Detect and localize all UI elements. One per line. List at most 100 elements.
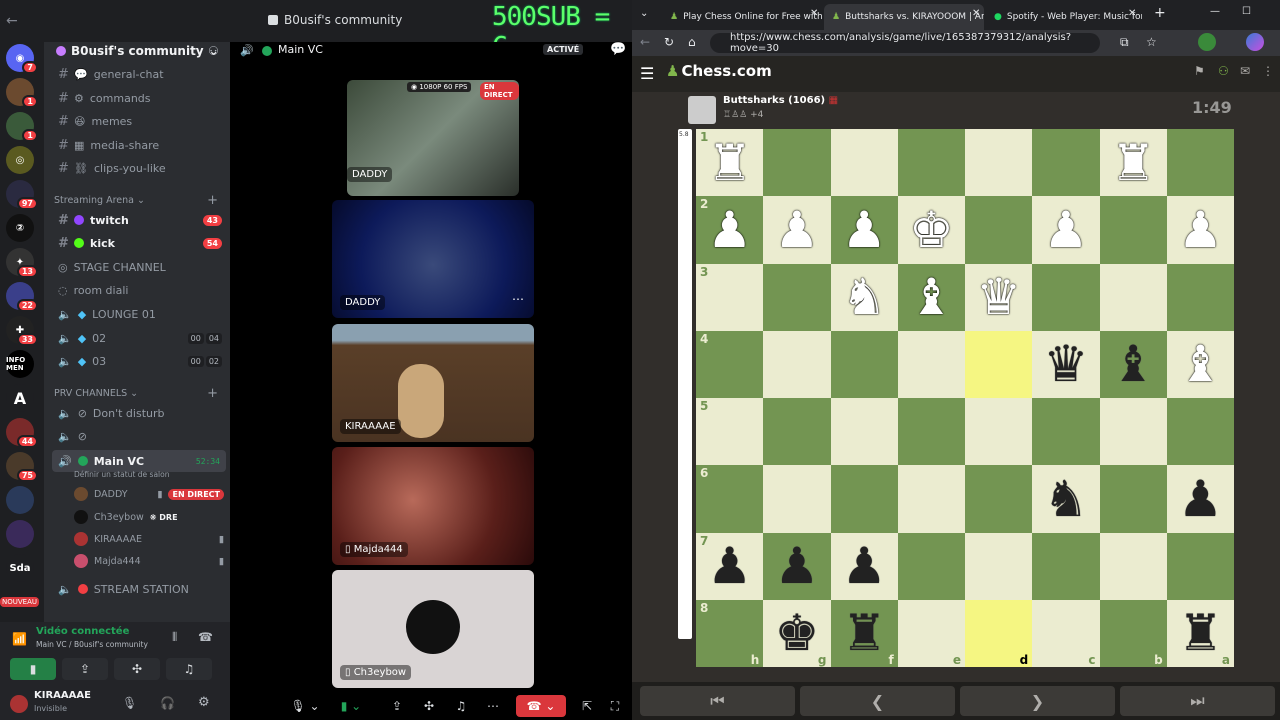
board-square[interactable] bbox=[897, 330, 965, 398]
tab-search-icon[interactable]: ⌄ bbox=[640, 8, 648, 19]
new-tab-icon[interactable]: + bbox=[1154, 5, 1166, 21]
board-square[interactable]: ♝ bbox=[1099, 330, 1167, 398]
headphones-icon[interactable]: 🎧 bbox=[160, 696, 175, 710]
server-icon-12[interactable] bbox=[6, 520, 34, 548]
board-square[interactable] bbox=[965, 465, 1033, 533]
board-square[interactable]: ♞ bbox=[1032, 465, 1100, 533]
board-square[interactable] bbox=[1099, 398, 1167, 466]
voice-channel-02[interactable]: 🔈 ◆ 02 00 04 bbox=[52, 328, 226, 348]
board-square[interactable]: ♚ bbox=[897, 196, 965, 264]
next-move-button[interactable]: ❯ bbox=[960, 686, 1115, 716]
camera-button[interactable]: ▮ bbox=[10, 658, 56, 680]
voice-channel-main-vc[interactable]: 🔊 Main VC 52:34 bbox=[52, 450, 226, 472]
puzzle-icon[interactable]: ⚑ bbox=[1194, 64, 1205, 78]
noise-suppression-icon[interactable]: ⦀ bbox=[172, 630, 177, 645]
board-square[interactable]: ♟ bbox=[1032, 196, 1100, 264]
board-square[interactable]: ♛ bbox=[965, 263, 1033, 331]
black-king-icon[interactable]: ♚ bbox=[774, 608, 819, 658]
microphone-button[interactable]: 🎙 ⌄ bbox=[284, 695, 326, 717]
board-square[interactable] bbox=[1032, 398, 1100, 466]
board-square[interactable]: e bbox=[897, 599, 965, 667]
server-icon-4[interactable]: 97 bbox=[6, 180, 38, 210]
previous-move-button[interactable]: ❮ bbox=[800, 686, 955, 716]
white-pawn-icon[interactable]: ♟ bbox=[1178, 205, 1223, 255]
channel-clips[interactable]: # ⛓ clips-you-like bbox=[52, 158, 226, 178]
board-square[interactable] bbox=[1032, 263, 1100, 331]
board-square[interactable] bbox=[830, 330, 898, 398]
server-icon-9[interactable]: 44 bbox=[6, 418, 38, 448]
white-knight-icon[interactable]: ♞ bbox=[842, 272, 887, 322]
close-tab-icon[interactable]: ✕ bbox=[810, 8, 818, 19]
black-pawn-icon[interactable]: ♟ bbox=[842, 541, 887, 591]
white-bishop-icon[interactable]: ♝ bbox=[1178, 339, 1223, 389]
black-pawn-icon[interactable]: ♟ bbox=[707, 541, 752, 591]
reload-icon[interactable]: ↻ bbox=[664, 35, 674, 49]
voice-channel-lounge[interactable]: 🔈 ◆ LOUNGE 01 bbox=[52, 304, 226, 324]
board-square[interactable] bbox=[1166, 129, 1234, 197]
black-knight-icon[interactable]: ♞ bbox=[1043, 474, 1088, 524]
board-square[interactable] bbox=[897, 465, 965, 533]
minimize-icon[interactable]: — bbox=[1210, 6, 1220, 17]
board-square[interactable] bbox=[763, 398, 831, 466]
board-square[interactable] bbox=[1166, 263, 1234, 331]
board-square[interactable]: 4 bbox=[696, 330, 764, 398]
channel-stage[interactable]: ◎ STAGE CHANNEL bbox=[52, 257, 226, 277]
server-icon-10[interactable]: 75 bbox=[6, 452, 38, 482]
board-square[interactable]: 6 bbox=[696, 465, 764, 533]
extensions-icon[interactable]: ⧉ bbox=[1120, 35, 1129, 50]
screen-share-button[interactable]: ⇪ bbox=[386, 695, 408, 717]
dm-home-icon[interactable]: ◉ 7 bbox=[6, 44, 38, 74]
messages-icon[interactable]: ✉ bbox=[1240, 64, 1250, 78]
board-square[interactable] bbox=[897, 129, 965, 197]
copilot-icon[interactable] bbox=[1246, 33, 1264, 51]
board-square[interactable]: 2 ♟ bbox=[696, 196, 764, 264]
video-tile[interactable]: ▯ Majda444 bbox=[332, 447, 534, 565]
board-square[interactable]: c bbox=[1032, 599, 1100, 667]
more-icon[interactable]: ⋮ bbox=[1262, 64, 1274, 78]
channel-general-chat[interactable]: # 💬 general-chat bbox=[52, 64, 226, 84]
server-icon-2[interactable]: 1 bbox=[6, 112, 38, 142]
server-icon-info[interactable]: INFO MEN bbox=[6, 350, 34, 378]
friends-icon[interactable]: ⚇ bbox=[1218, 64, 1229, 78]
chess-logo[interactable]: ♟ Chess.com bbox=[666, 62, 772, 80]
board-square[interactable] bbox=[1099, 532, 1167, 600]
user-avatar[interactable] bbox=[10, 695, 28, 713]
stream-tile[interactable]: ◉ 1080P 60 FPS EN DIRECT DADDY bbox=[347, 80, 519, 196]
board-square[interactable] bbox=[965, 196, 1033, 264]
soundboard-button[interactable]: ♫ bbox=[166, 658, 212, 680]
white-pawn-icon[interactable]: ♟ bbox=[1043, 205, 1088, 255]
soundboard-button[interactable]: ♫ bbox=[450, 695, 472, 717]
board-square[interactable]: 8h bbox=[696, 599, 764, 667]
voice-channel-unnamed[interactable]: 🔈 ⊘ bbox=[52, 426, 226, 446]
server-icon-5[interactable]: ② bbox=[6, 214, 34, 242]
popout-button[interactable]: ⇱ bbox=[578, 695, 596, 717]
activities-button[interactable]: ✣ bbox=[418, 695, 440, 717]
back-icon[interactable]: ← bbox=[640, 35, 650, 49]
activity-status[interactable]: ACTIVÉ bbox=[543, 44, 584, 55]
white-rook-icon[interactable]: ♜ bbox=[707, 138, 752, 188]
board-square[interactable] bbox=[1099, 263, 1167, 331]
board-square[interactable] bbox=[965, 398, 1033, 466]
voice-member[interactable]: Ch3eybow ❋ DRE bbox=[74, 508, 224, 526]
add-channel-icon[interactable]: + bbox=[207, 386, 218, 401]
profile-avatar[interactable] bbox=[1198, 33, 1216, 51]
first-move-button[interactable]: ⏮ bbox=[640, 686, 795, 716]
server-icon-a[interactable]: A bbox=[6, 384, 34, 412]
board-square[interactable] bbox=[763, 263, 831, 331]
board-square[interactable]: ♟ bbox=[763, 196, 831, 264]
channel-media-share[interactable]: # ▦ media-share bbox=[52, 135, 226, 155]
white-queen-icon[interactable]: ♛ bbox=[976, 272, 1021, 322]
signal-icon[interactable]: 📶 bbox=[12, 632, 27, 646]
activities-button[interactable]: ✣ bbox=[114, 658, 160, 680]
voice-channel-03[interactable]: 🔈 ◆ 03 00 02 bbox=[52, 351, 226, 371]
board-square[interactable]: d bbox=[965, 599, 1033, 667]
board-square[interactable] bbox=[1166, 398, 1234, 466]
board-square[interactable] bbox=[1099, 465, 1167, 533]
white-king-icon[interactable]: ♚ bbox=[909, 205, 954, 255]
black-rook-icon[interactable]: ♜ bbox=[842, 608, 887, 658]
board-square[interactable] bbox=[1099, 196, 1167, 264]
server-icon-11[interactable] bbox=[6, 486, 34, 514]
video-tile[interactable]: KIRAAAAE bbox=[332, 324, 534, 442]
board-square[interactable]: ♝ bbox=[897, 263, 965, 331]
guild-header[interactable]: B0usif's community ⌄ bbox=[56, 44, 219, 58]
